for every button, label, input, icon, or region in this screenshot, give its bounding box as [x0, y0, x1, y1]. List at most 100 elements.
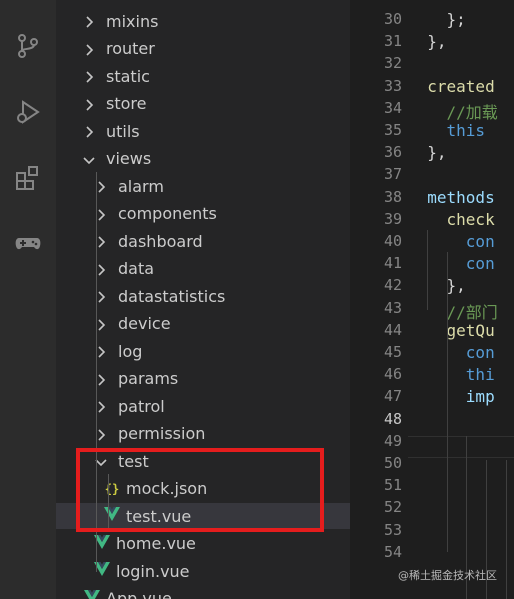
- code-line: },: [408, 143, 447, 163]
- tree-item-label: store: [106, 94, 147, 113]
- tree-item-label: components: [118, 204, 217, 223]
- code-line: },: [408, 32, 447, 52]
- folder-device[interactable]: device: [56, 311, 350, 337]
- code-indent-guide: [427, 230, 428, 310]
- file-mock-json[interactable]: {} mock.json: [56, 476, 350, 502]
- tree-item-label: dashboard: [118, 231, 203, 251]
- folder-params[interactable]: params: [56, 366, 350, 392]
- code-line: con: [408, 343, 495, 362]
- tree-item-label: patrol: [118, 396, 165, 416]
- code-token: };: [408, 10, 466, 29]
- line-number-gutter: 30 31 32 33 34 35 36 37 38 39 40 41 42 43 44 45 46 47 48 49…: [350, 0, 408, 599]
- folder-test[interactable]: test: [56, 448, 350, 474]
- vue-file-icon: [92, 561, 112, 581]
- vue-file-icon: [82, 589, 102, 599]
- chevron-right-icon[interactable]: [82, 42, 96, 56]
- tree-item-label: home.vue: [116, 534, 196, 553]
- tree-item-label: router: [106, 39, 155, 58]
- file-login-vue[interactable]: login.vue: [56, 558, 350, 584]
- line-number: 53: [383, 520, 402, 539]
- file-test-vue[interactable]: test.vue: [56, 503, 350, 529]
- line-number: 51: [383, 476, 402, 495]
- chevron-right-icon[interactable]: [82, 124, 96, 138]
- line-number: 54: [383, 542, 402, 561]
- activity-bar: [0, 0, 56, 599]
- tree-item-label: data: [118, 259, 155, 278]
- line-number: 30: [383, 10, 402, 28]
- line-number: 52: [383, 498, 402, 517]
- folder-datastatistics[interactable]: datastatistics: [56, 283, 350, 309]
- file-home-vue[interactable]: home.vue: [56, 531, 350, 557]
- code-line: imp: [408, 387, 495, 406]
- line-number: 38: [383, 187, 402, 206]
- tree-item-label: static: [106, 66, 150, 86]
- folder-alarm[interactable]: alarm: [56, 173, 350, 199]
- code-indent-guide: [447, 252, 448, 552]
- code-line: created: [408, 76, 495, 96]
- line-number: 50: [383, 454, 402, 472]
- extensions-icon[interactable]: [0, 158, 56, 198]
- folder-static[interactable]: static: [56, 63, 350, 89]
- tree-item-label: permission: [118, 424, 206, 443]
- line-number: 47: [383, 387, 402, 406]
- tree-item-label: App.vue: [106, 589, 172, 599]
- folder-mixins[interactable]: mixins: [56, 8, 350, 34]
- chevron-right-icon[interactable]: [82, 69, 96, 83]
- code-token: check: [408, 209, 495, 229]
- current-line-highlight: [408, 436, 514, 458]
- code-token: },: [408, 276, 466, 296]
- gamepad-icon[interactable]: [0, 222, 56, 262]
- chevron-down-icon[interactable]: [82, 152, 96, 166]
- code-editor[interactable]: }; }, created //加载 this }, methods check…: [408, 0, 514, 599]
- code-token: },: [408, 143, 447, 163]
- folder-utils[interactable]: utils: [56, 118, 350, 144]
- line-number: 33: [383, 76, 402, 95]
- code-token: //加载: [408, 102, 498, 122]
- code-line: //部门: [408, 299, 498, 323]
- code-line: this: [408, 121, 486, 140]
- code-line: con: [408, 254, 495, 273]
- folder-store[interactable]: store: [56, 91, 350, 117]
- folder-patrol[interactable]: patrol: [56, 393, 350, 419]
- code-line: check: [408, 210, 495, 229]
- line-number: 45: [383, 343, 402, 361]
- folder-router[interactable]: router: [56, 36, 350, 62]
- tree-item-label: views: [106, 149, 152, 168]
- line-number: 41: [383, 254, 402, 273]
- line-number: 31: [383, 32, 402, 51]
- code-token: },: [408, 32, 447, 52]
- folder-views[interactable]: views: [56, 146, 350, 172]
- line-number: 36: [383, 143, 402, 162]
- folder-permission[interactable]: permission: [56, 421, 350, 447]
- line-number: 42: [383, 276, 402, 295]
- code-token: imp: [408, 387, 495, 407]
- chevron-right-icon[interactable]: [82, 14, 96, 28]
- line-number: 43: [383, 298, 402, 317]
- code-token: created: [408, 76, 495, 96]
- line-number: 44: [383, 320, 402, 339]
- source-control-icon[interactable]: [0, 26, 56, 66]
- tree-item-label: test.vue: [126, 506, 192, 526]
- code-token: con: [408, 254, 495, 274]
- folder-components[interactable]: components: [56, 201, 350, 227]
- code-token: getQu: [408, 320, 495, 340]
- tree-item-label: mock.json: [126, 479, 208, 498]
- indent-guide: [96, 172, 97, 572]
- chevron-right-icon[interactable]: [82, 97, 96, 111]
- line-number: 34: [383, 98, 402, 117]
- code-line: methods: [408, 188, 494, 207]
- watermark: @稀土掘金技术社区: [398, 569, 497, 582]
- folder-dashboard[interactable]: dashboard: [56, 228, 350, 254]
- folder-log[interactable]: log: [56, 338, 350, 364]
- file-app-vue[interactable]: App.vue: [56, 586, 350, 599]
- line-number: 40: [383, 232, 402, 250]
- code-line: thi: [408, 365, 495, 384]
- tree-item-label: test: [118, 451, 149, 471]
- line-number: 37: [383, 165, 402, 184]
- folder-data[interactable]: data: [56, 256, 350, 282]
- tree-item-label: log: [118, 341, 143, 361]
- run-debug-icon[interactable]: [0, 92, 56, 132]
- line-number: 48: [383, 409, 402, 428]
- tree-item-label: datastatistics: [118, 286, 226, 306]
- code-line: con: [408, 232, 495, 251]
